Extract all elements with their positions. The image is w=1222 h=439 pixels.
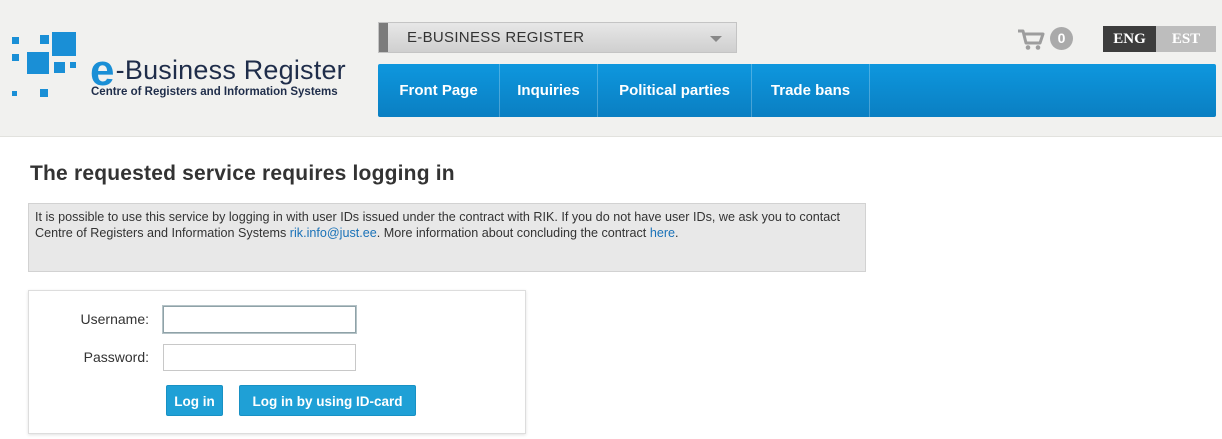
language-eng[interactable]: ENG bbox=[1103, 26, 1156, 52]
login-form: Username: Password: Log in Log in by usi… bbox=[28, 290, 526, 434]
site-logo[interactable]: e-Business Register Centre of Registers … bbox=[12, 32, 372, 102]
nav-item-front-page[interactable]: Front Page bbox=[378, 64, 500, 117]
logo-square bbox=[70, 62, 76, 68]
login-notice: It is possible to use this service by lo… bbox=[28, 203, 866, 272]
select-grip bbox=[379, 23, 388, 52]
cart[interactable]: 0 bbox=[1017, 27, 1075, 51]
logo-title: e-Business Register bbox=[90, 40, 346, 95]
nav-item-political-parties[interactable]: Political parties bbox=[598, 64, 752, 117]
logo-square bbox=[52, 32, 76, 56]
username-label: Username: bbox=[80, 311, 149, 327]
logo-square bbox=[54, 62, 65, 73]
username-input[interactable] bbox=[163, 306, 356, 333]
contract-link[interactable]: here bbox=[650, 226, 675, 240]
cart-count-badge: 0 bbox=[1050, 27, 1073, 50]
logo-square bbox=[27, 52, 49, 74]
logo-title-text: -Business Register bbox=[115, 55, 346, 85]
password-input[interactable] bbox=[163, 344, 356, 371]
logo-square bbox=[12, 37, 19, 44]
main-nav: Front Page Inquiries Political parties T… bbox=[378, 64, 1216, 117]
notice-text: . More information about concluding the … bbox=[376, 226, 650, 240]
notice-text: . bbox=[675, 226, 679, 240]
idcard-login-button[interactable]: Log in by using ID-card bbox=[239, 385, 416, 416]
nav-item-inquiries[interactable]: Inquiries bbox=[500, 64, 598, 117]
page-title: The requested service requires logging i… bbox=[30, 162, 455, 185]
language-est[interactable]: EST bbox=[1156, 26, 1216, 52]
register-select[interactable]: E-BUSINESS REGISTER bbox=[378, 22, 737, 53]
nav-item-trade-bans[interactable]: Trade bans bbox=[752, 64, 870, 117]
logo-square bbox=[12, 54, 19, 61]
logo-square bbox=[40, 35, 49, 44]
password-label: Password: bbox=[83, 349, 149, 365]
login-button[interactable]: Log in bbox=[166, 385, 223, 416]
logo-subtitle: Centre of Registers and Information Syst… bbox=[91, 86, 338, 98]
chevron-down-icon bbox=[710, 36, 722, 42]
register-select-value: E-BUSINESS REGISTER bbox=[407, 29, 585, 46]
site-header: e-Business Register Centre of Registers … bbox=[0, 0, 1222, 137]
logo-square bbox=[40, 89, 48, 97]
main-content: The requested service requires logging i… bbox=[0, 138, 1222, 439]
email-link[interactable]: rik.info@just.ee bbox=[290, 226, 377, 240]
shopping-cart-icon bbox=[1017, 29, 1045, 56]
logo-square bbox=[12, 91, 17, 96]
